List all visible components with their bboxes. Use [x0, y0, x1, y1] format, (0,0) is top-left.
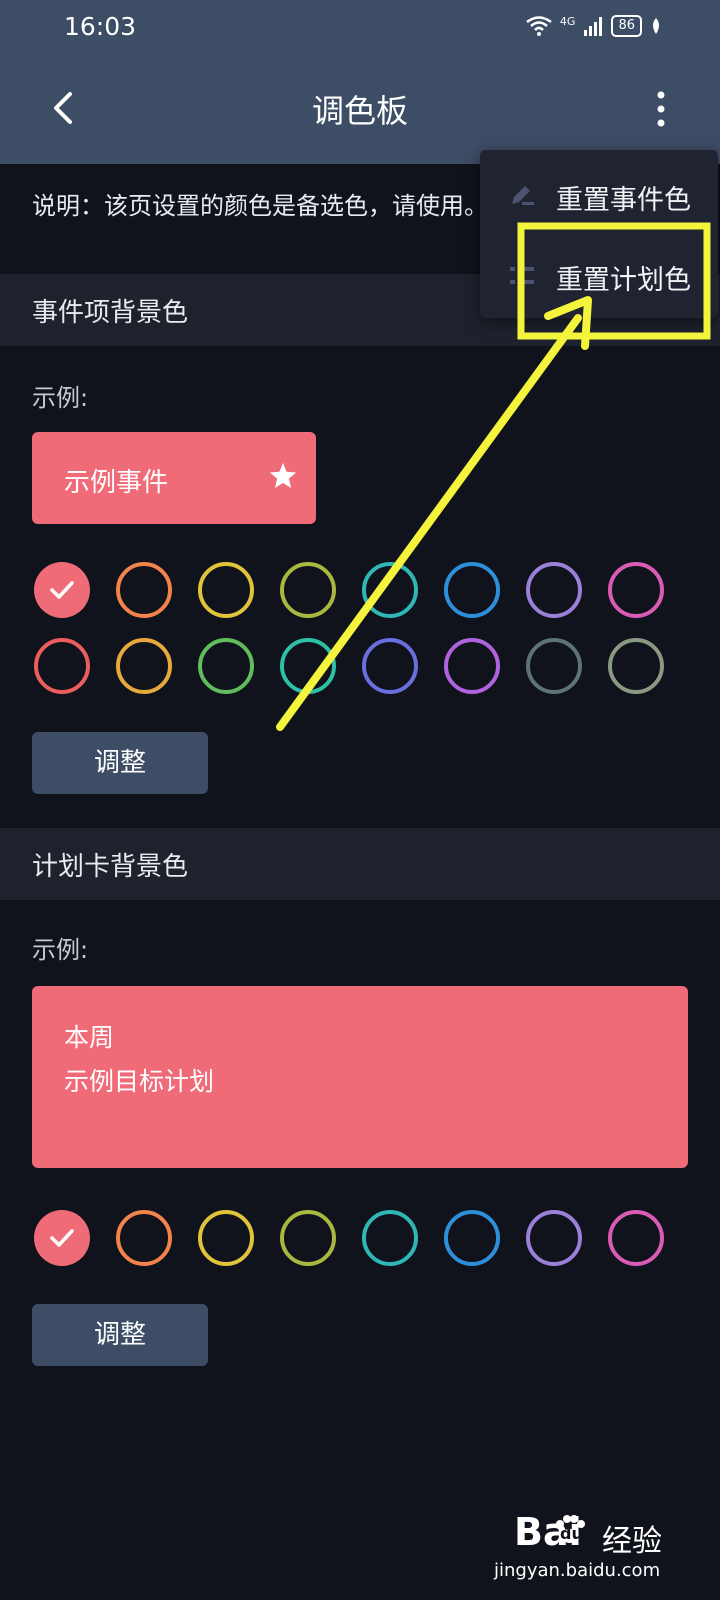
example-plan-card: 本周 示例目标计划 [32, 986, 688, 1168]
color-swatch[interactable] [608, 1210, 664, 1266]
check-icon [50, 581, 74, 599]
pencil-icon [512, 186, 534, 205]
check-icon [50, 1229, 74, 1247]
color-swatch[interactable] [362, 562, 418, 618]
page-title: 调色板 [311, 92, 408, 130]
color-swatch[interactable] [116, 638, 172, 694]
status-icons: 4G 86 [526, 14, 662, 38]
watermark-cn: 经验 [602, 1524, 662, 1559]
example-plan-week: 本周 [64, 1023, 115, 1052]
menu-item-label: 重置计划色 [556, 265, 691, 296]
color-swatch[interactable] [362, 1210, 418, 1266]
baidu-watermark: Bai du 经验 jingyan.baidu.com [490, 1510, 690, 1590]
color-swatch[interactable] [526, 562, 582, 618]
color-swatch[interactable] [280, 638, 336, 694]
battery-indicator: 86 [611, 15, 642, 37]
plan-section-header: 计划卡背景色 [0, 828, 720, 900]
event-section-title: 事件项背景色 [32, 298, 189, 328]
color-swatch[interactable] [198, 638, 254, 694]
color-swatch[interactable] [34, 638, 90, 694]
leaf-icon [653, 18, 659, 34]
plan-adjust-button[interactable]: 调整 [32, 1304, 208, 1366]
event-swatch-row-2 [34, 638, 686, 702]
color-swatch[interactable] [608, 562, 664, 618]
color-swatch[interactable] [280, 562, 336, 618]
menu-item-reset-plan-color[interactable]: 重置计划色 [480, 236, 718, 316]
example-event-text: 示例事件 [64, 468, 169, 498]
example-event-card: 示例事件 [32, 432, 316, 524]
plan-section-title: 计划卡背景色 [32, 852, 189, 882]
network-type: 4G [559, 14, 576, 28]
color-swatch[interactable] [362, 638, 418, 694]
watermark-url: jingyan.baidu.com [494, 1560, 661, 1581]
overflow-menu: 重置事件色 重置计划色 [480, 150, 718, 318]
status-time: 16:03 [64, 12, 137, 41]
wifi-icon [526, 16, 552, 36]
list-icon [510, 267, 534, 284]
color-swatch[interactable] [198, 1210, 254, 1266]
color-swatch[interactable] [198, 562, 254, 618]
color-swatch-selected[interactable] [34, 1210, 90, 1266]
color-swatch[interactable] [526, 1210, 582, 1266]
plan-swatch-row [34, 1210, 686, 1274]
color-swatch[interactable] [608, 638, 664, 694]
color-swatch-selected[interactable] [34, 562, 90, 618]
color-swatch[interactable] [444, 1210, 500, 1266]
color-swatch[interactable] [444, 562, 500, 618]
app-bar: 调色板 [0, 52, 720, 164]
plan-example-label: 示例: [32, 936, 89, 964]
event-example-label: 示例: [32, 384, 89, 412]
event-swatch-row-1 [34, 562, 686, 626]
status-bar: 16:03 4G 86 [0, 0, 720, 52]
menu-item-label: 重置事件色 [556, 185, 691, 216]
menu-item-reset-event-color[interactable]: 重置事件色 [480, 156, 718, 236]
color-swatch[interactable] [526, 638, 582, 694]
color-swatch[interactable] [444, 638, 500, 694]
color-swatch[interactable] [280, 1210, 336, 1266]
more-vertical-icon[interactable] [654, 90, 668, 128]
event-adjust-button[interactable]: 调整 [32, 732, 208, 794]
color-swatch[interactable] [116, 562, 172, 618]
signal-icon [584, 17, 603, 36]
watermark-logo-du: du [560, 1524, 583, 1543]
example-plan-title: 示例目标计划 [64, 1067, 215, 1096]
star-icon [269, 462, 297, 488]
color-swatch[interactable] [116, 1210, 172, 1266]
